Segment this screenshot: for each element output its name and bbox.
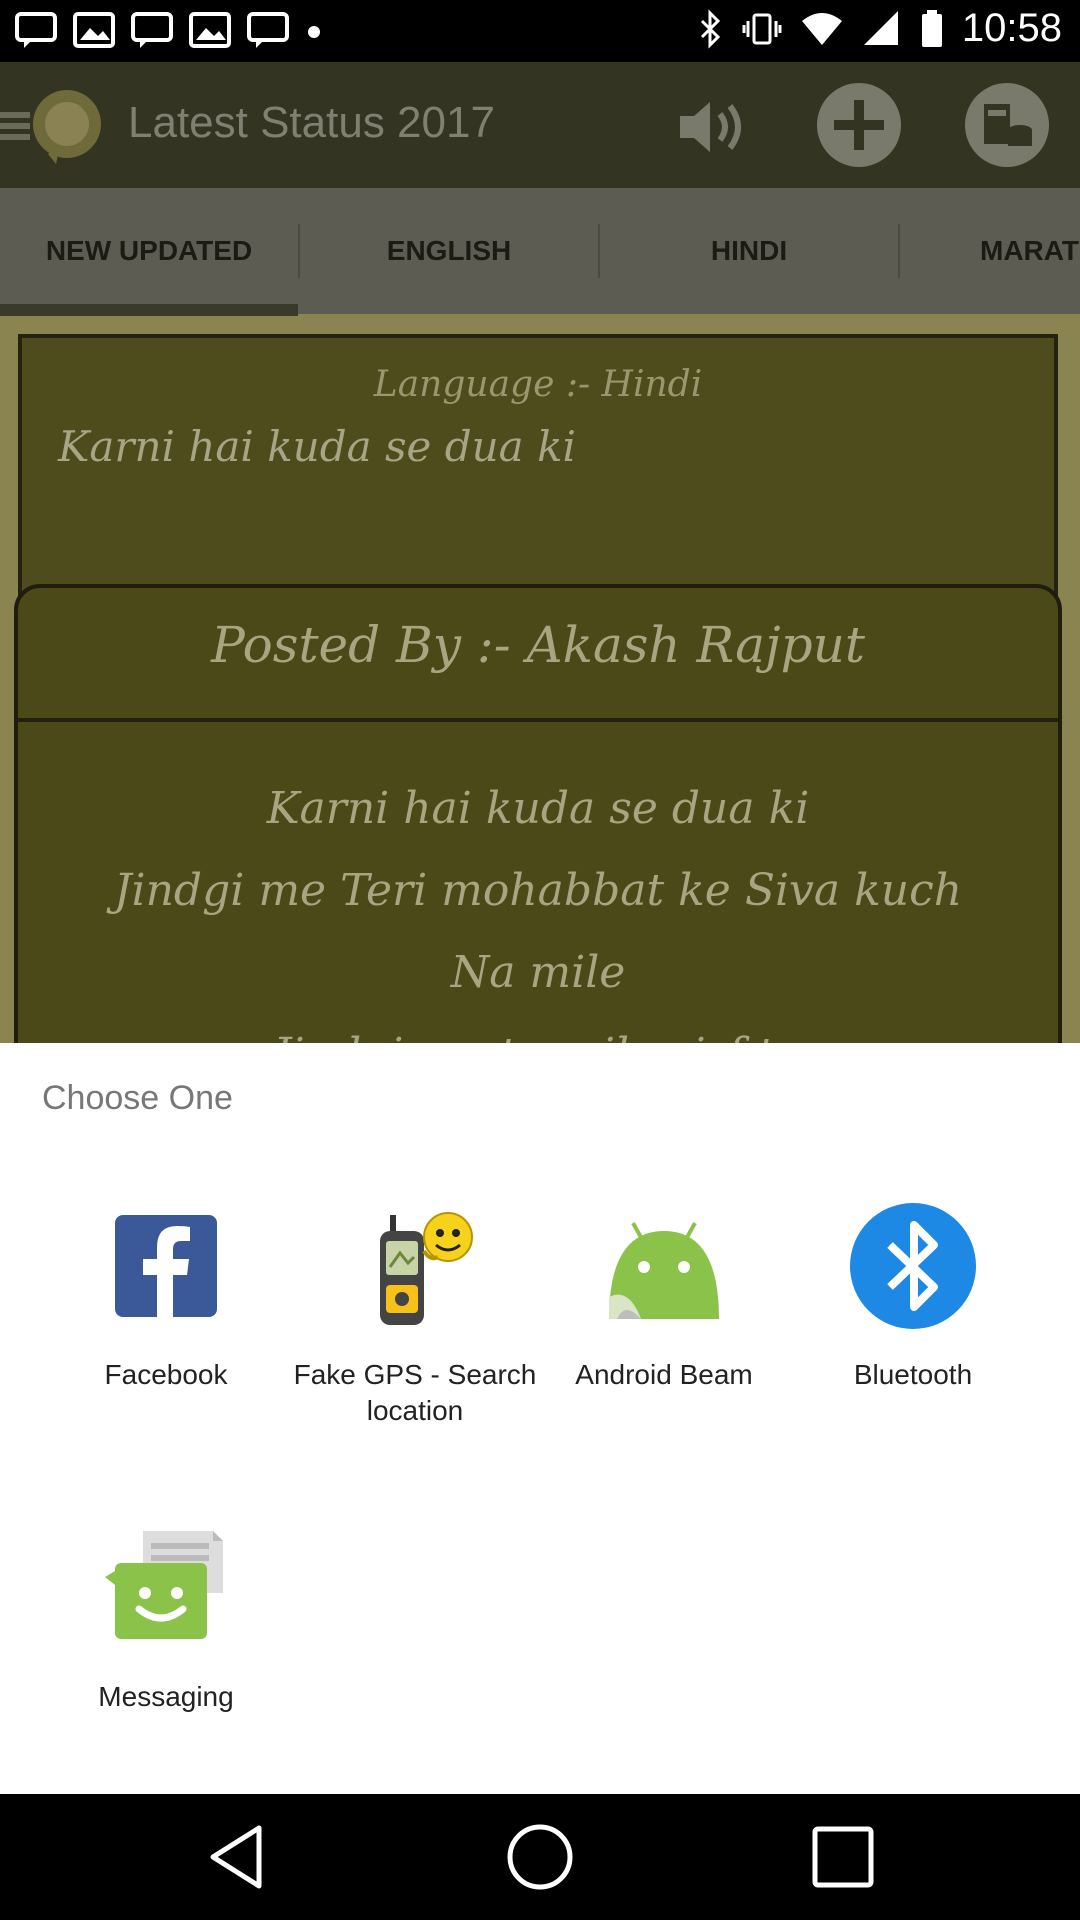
- recents-icon[interactable]: [808, 1822, 878, 1892]
- card-snippet: Karni hai kuda se dua ki: [58, 422, 576, 471]
- posted-by: Posted By :- Akash Rajput: [211, 616, 865, 674]
- back-icon[interactable]: [205, 1822, 275, 1892]
- message-icon: [15, 12, 57, 48]
- gallery-icon: [73, 12, 115, 48]
- status-line: Karni hai kuda se dua ki: [266, 783, 810, 834]
- android-icon: [609, 1222, 719, 1319]
- facebook-icon: [115, 1215, 217, 1317]
- home-icon[interactable]: [505, 1822, 575, 1892]
- app-logo-icon: [33, 90, 101, 164]
- tab-hindi[interactable]: HINDI: [600, 188, 898, 314]
- tab-new-updated[interactable]: NEW UPDATED: [0, 188, 298, 314]
- status-bar: 10:58: [0, 0, 1080, 62]
- app-background: Latest Status 2017 NEW UPDATED ENGLISH H…: [0, 62, 1080, 1144]
- share-target-label: Bluetooth: [853, 1359, 973, 1390]
- tab-marathi[interactable]: MARAT: [900, 188, 1080, 314]
- menu-icon[interactable]: [0, 108, 30, 144]
- battery-icon: [921, 9, 942, 47]
- status-line: Jindgi me Teri mohabbat ke Siva kuch: [113, 865, 963, 916]
- status-line: Na mile: [450, 947, 626, 998]
- system-status: 10:58: [698, 6, 1062, 51]
- message-icon: [247, 12, 289, 48]
- clock: 10:58: [961, 6, 1062, 50]
- share-target-label: Android Beam: [575, 1359, 753, 1390]
- signal-icon: [863, 10, 898, 45]
- sheet-title: Choose One: [42, 1079, 233, 1117]
- share-target-fake-gps[interactable]: Fake GPS - Search location: [290, 1201, 540, 1429]
- tab-english[interactable]: ENGLISH: [300, 188, 598, 314]
- share-target-bluetooth[interactable]: Bluetooth: [788, 1201, 1038, 1393]
- gallery-icon: [189, 12, 231, 48]
- database-icon[interactable]: [964, 82, 1050, 168]
- category-tabs: NEW UPDATED ENGLISH HINDI MARAT: [0, 188, 1080, 314]
- notification-icons: [14, 10, 324, 50]
- wifi-icon: [801, 12, 842, 45]
- message-icon: [131, 12, 173, 48]
- share-target-label: Fake GPS - Search location: [293, 1359, 537, 1426]
- vibrate-icon: [742, 13, 782, 44]
- share-target-label: Messaging: [98, 1681, 234, 1712]
- card-divider: [18, 718, 1058, 722]
- bluetooth-icon: [850, 1203, 976, 1329]
- add-icon[interactable]: [816, 82, 902, 168]
- volume-icon[interactable]: [676, 98, 748, 156]
- gps-device-icon: [380, 1212, 473, 1325]
- messaging-icon: [105, 1531, 223, 1639]
- share-sheet: Choose One Facebook Fake GPS - Search lo…: [0, 1043, 1080, 1794]
- share-target-label: Facebook: [104, 1359, 228, 1390]
- notification-dot-icon: [308, 26, 320, 38]
- tab-indicator: [0, 304, 298, 316]
- navigation-bar: [0, 1794, 1080, 1920]
- share-target-facebook[interactable]: Facebook: [41, 1201, 291, 1393]
- app-toolbar: Latest Status 2017: [0, 62, 1080, 188]
- card-language: Language :- Hindi: [373, 364, 703, 405]
- share-target-messaging[interactable]: Messaging: [41, 1523, 291, 1715]
- bluetooth-icon: [700, 8, 721, 49]
- app-title: Latest Status 2017: [128, 98, 495, 147]
- share-target-android-beam[interactable]: Android Beam: [539, 1201, 789, 1393]
